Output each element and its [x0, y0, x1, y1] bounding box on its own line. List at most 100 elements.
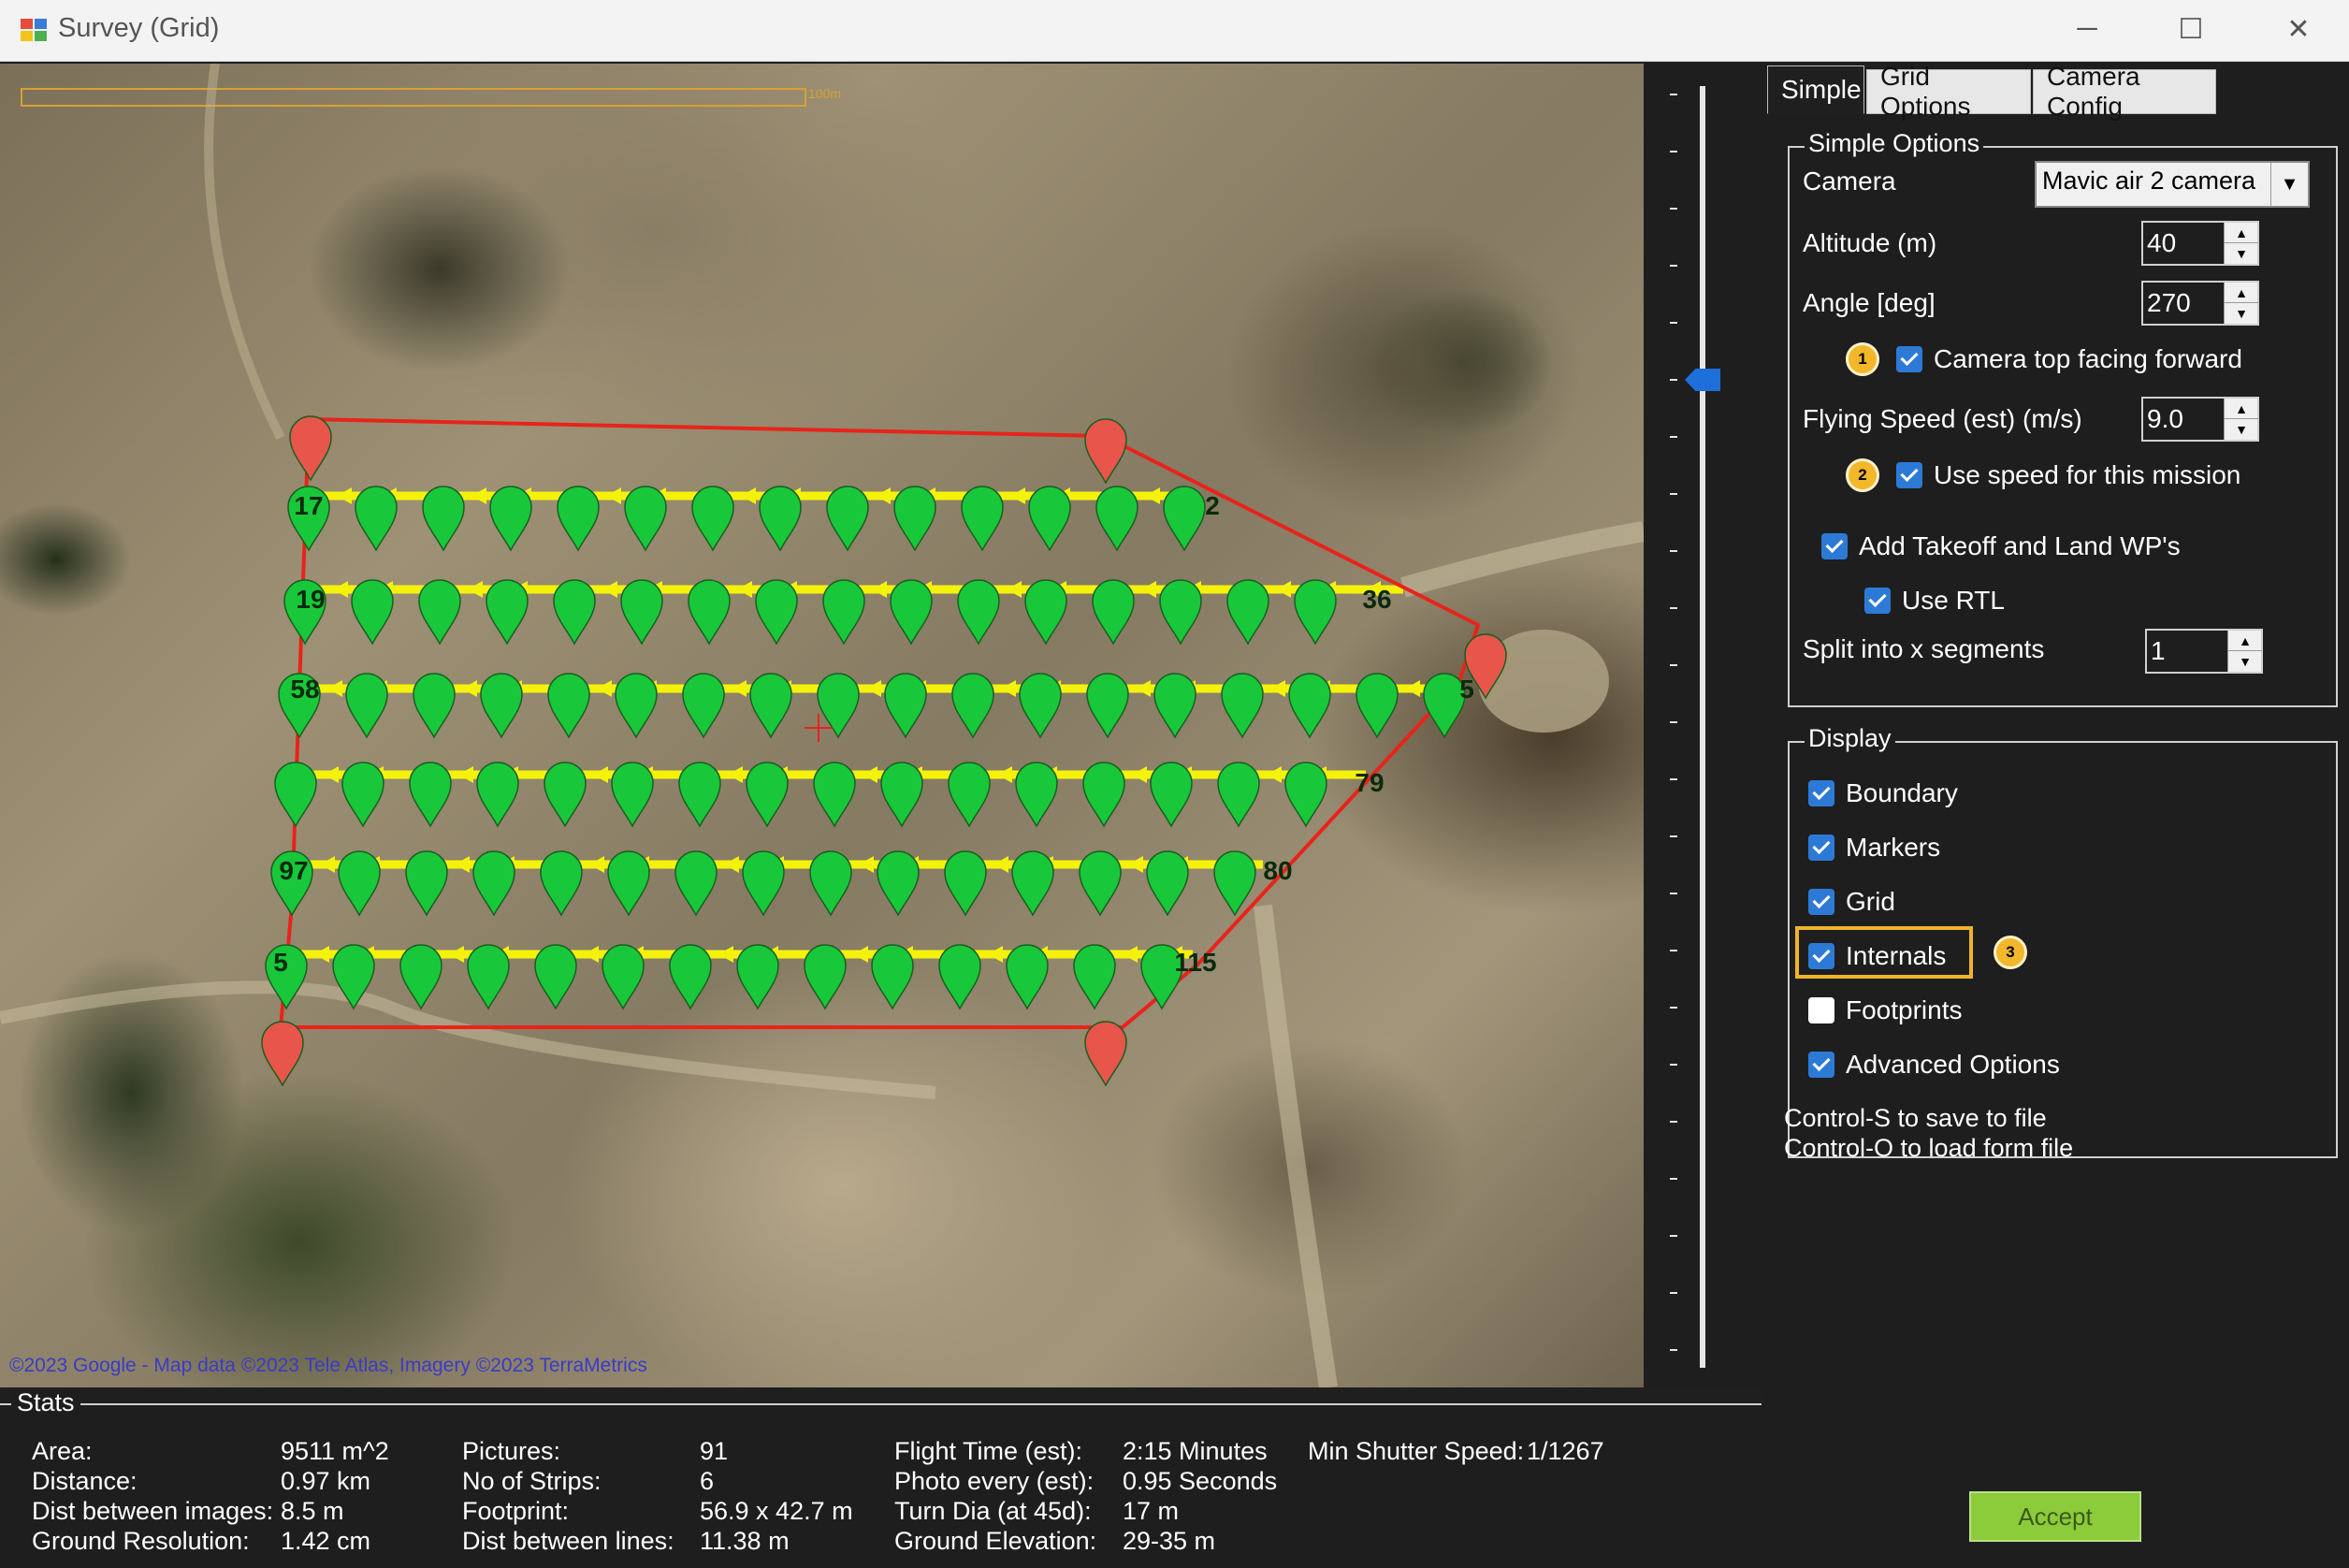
waypoint-marker-icon[interactable] [871, 944, 914, 1010]
waypoint-marker-icon[interactable] [540, 850, 583, 917]
tab-camera-config[interactable]: Camera Config [2033, 62, 2216, 121]
waypoint-marker-icon[interactable] [749, 673, 792, 739]
waypoint-marker-icon[interactable] [682, 673, 725, 739]
waypoint-marker-icon[interactable] [948, 762, 991, 828]
waypoint-marker-icon[interactable] [804, 944, 847, 1010]
altitude-input[interactable]: 40 [2147, 228, 2176, 258]
waypoint-marker-icon[interactable] [1284, 762, 1327, 828]
waypoint-marker-icon[interactable] [813, 762, 856, 828]
waypoint-marker-icon[interactable] [691, 486, 734, 552]
waypoint-marker-icon[interactable] [602, 944, 645, 1010]
waypoint-marker-icon[interactable] [957, 579, 1000, 646]
waypoint-marker-icon[interactable] [534, 944, 577, 1010]
waypoint-marker-icon[interactable] [1217, 762, 1260, 828]
zoom-track[interactable] [1700, 86, 1705, 1368]
zoom-slider[interactable] [1644, 64, 1763, 1387]
internals-checkbox[interactable] [1808, 943, 1834, 969]
zoom-thumb[interactable] [1685, 369, 1720, 391]
maximize-button[interactable]: ☐ [2136, 0, 2246, 58]
waypoint-marker-icon[interactable] [759, 486, 802, 552]
waypoint-marker-icon[interactable] [351, 579, 394, 646]
waypoint-marker-icon[interactable] [890, 579, 933, 646]
angle-up-arrow-icon[interactable]: ▲ [2225, 283, 2258, 303]
waypoint-marker-icon[interactable] [547, 673, 590, 739]
waypoint-marker-icon[interactable] [486, 579, 529, 646]
flying-speed-spinner[interactable]: 9.0 ▲ ▼ [2141, 397, 2259, 442]
waypoint-marker-icon[interactable] [557, 486, 600, 552]
use-rtl-checkbox[interactable] [1864, 588, 1891, 614]
waypoint-marker-icon[interactable] [1150, 762, 1193, 828]
camera-select[interactable]: Mavic air 2 camera ▼ [2035, 161, 2310, 208]
waypoint-marker-icon[interactable] [944, 850, 987, 917]
markers-checkbox[interactable] [1808, 835, 1834, 861]
waypoint-marker-icon[interactable] [1221, 673, 1264, 739]
waypoint-marker-icon[interactable] [1146, 850, 1189, 917]
waypoint-marker-icon[interactable] [338, 850, 381, 917]
waypoint-marker-icon[interactable] [615, 673, 658, 739]
angle-input[interactable]: 270 [2147, 288, 2191, 318]
grid-checkbox[interactable] [1808, 889, 1834, 915]
waypoint-marker-icon[interactable] [742, 850, 785, 917]
waypoint-marker-icon[interactable] [1024, 579, 1067, 646]
waypoint-marker-icon[interactable] [1092, 579, 1135, 646]
waypoint-marker-icon[interactable] [688, 579, 731, 646]
waypoint-marker-icon[interactable] [405, 850, 448, 917]
waypoint-marker-icon[interactable] [1213, 850, 1256, 917]
split-up-arrow-icon[interactable]: ▲ [2228, 631, 2262, 651]
split-segments-input[interactable]: 1 [2151, 636, 2166, 666]
minimize-button[interactable]: ─ [2032, 0, 2142, 58]
waypoint-marker-icon[interactable] [1015, 762, 1058, 828]
close-button[interactable]: ✕ [2243, 0, 2349, 58]
waypoint-marker-icon[interactable] [1073, 944, 1116, 1010]
footprints-checkbox[interactable] [1808, 997, 1834, 1024]
waypoint-marker-icon[interactable] [274, 762, 317, 828]
map-view[interactable]: 100m 17 2 19 36 58 5 79 97 80 115 5 ©2023 Google -… [0, 64, 1644, 1387]
split-segments-spinner[interactable]: 1 ▲ ▼ [2145, 629, 2263, 674]
waypoint-marker-icon[interactable] [1294, 579, 1337, 646]
waypoint-marker-icon[interactable] [1159, 579, 1202, 646]
boundary-corner-marker-icon[interactable] [1084, 1021, 1127, 1087]
waypoint-marker-icon[interactable] [1356, 673, 1399, 739]
waypoint-marker-icon[interactable] [607, 850, 650, 917]
waypoint-marker-icon[interactable] [884, 673, 927, 739]
waypoint-marker-icon[interactable] [620, 579, 663, 646]
waypoint-marker-icon[interactable] [893, 486, 936, 552]
waypoint-marker-icon[interactable] [544, 762, 587, 828]
advanced-options-checkbox[interactable] [1808, 1052, 1834, 1078]
waypoint-marker-icon[interactable] [809, 850, 852, 917]
waypoint-marker-icon[interactable] [755, 579, 798, 646]
waypoint-marker-icon[interactable] [1288, 673, 1331, 739]
waypoint-marker-icon[interactable] [399, 944, 442, 1010]
waypoint-marker-icon[interactable] [489, 486, 532, 552]
waypoint-marker-icon[interactable] [476, 762, 519, 828]
waypoint-marker-icon[interactable] [1079, 850, 1122, 917]
altitude-spinner[interactable]: 40 ▲ ▼ [2141, 221, 2259, 266]
flying-speed-input[interactable]: 9.0 [2147, 404, 2183, 434]
waypoint-marker-icon[interactable] [961, 486, 1004, 552]
waypoint-marker-icon[interactable] [1011, 850, 1054, 917]
tab-grid-options[interactable]: Grid Options [1866, 62, 2031, 121]
altitude-down-arrow-icon[interactable]: ▼ [2225, 243, 2258, 264]
waypoint-marker-icon[interactable] [877, 850, 920, 917]
waypoint-marker-icon[interactable] [1153, 673, 1196, 739]
boundary-corner-marker-icon[interactable] [261, 1021, 304, 1087]
waypoint-marker-icon[interactable] [736, 944, 779, 1010]
waypoint-marker-icon[interactable] [422, 486, 465, 552]
waypoint-marker-icon[interactable] [418, 579, 461, 646]
angle-down-arrow-icon[interactable]: ▼ [2225, 303, 2258, 324]
waypoint-marker-icon[interactable] [480, 673, 523, 739]
altitude-up-arrow-icon[interactable]: ▲ [2225, 223, 2258, 243]
waypoint-marker-icon[interactable] [1163, 486, 1206, 552]
waypoint-marker-icon[interactable] [345, 673, 388, 739]
waypoint-marker-icon[interactable] [355, 486, 398, 552]
takeoff-land-checkbox[interactable] [1821, 533, 1848, 559]
speed-up-arrow-icon[interactable]: ▲ [2225, 399, 2258, 419]
waypoint-marker-icon[interactable] [413, 673, 456, 739]
waypoint-marker-icon[interactable] [880, 762, 923, 828]
speed-down-arrow-icon[interactable]: ▼ [2225, 419, 2258, 440]
use-speed-checkbox[interactable] [1896, 462, 1922, 488]
chevron-down-icon[interactable]: ▼ [2270, 163, 2308, 206]
tab-simple[interactable]: Simple [1767, 65, 1864, 114]
waypoint-marker-icon[interactable] [1019, 673, 1062, 739]
waypoint-marker-icon[interactable] [472, 850, 515, 917]
